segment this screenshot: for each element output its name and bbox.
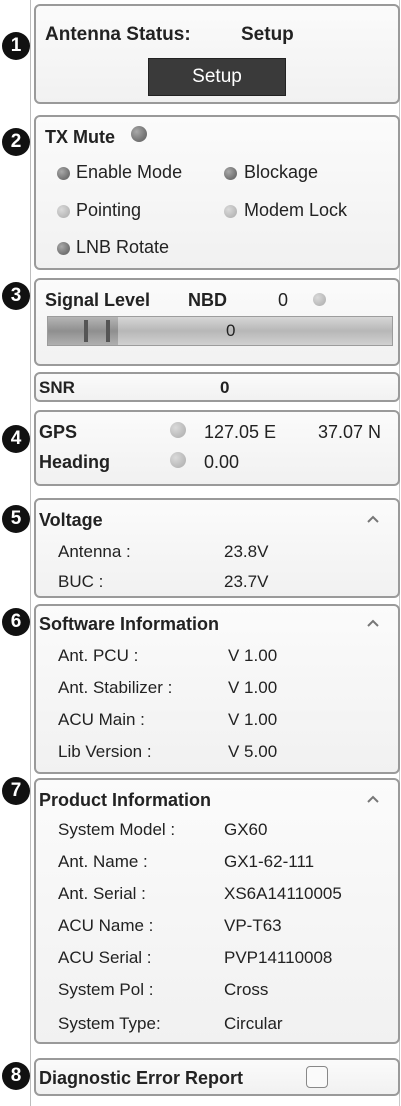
tx-mute-panel: TX Mute Enable Mode Blockage Pointing Mo… [34,115,400,270]
setup-button[interactable]: Setup [148,58,286,96]
ant-stabilizer-value: V 1.00 [228,678,278,697]
software-info-title: Software Information [39,614,220,634]
diagnostic-error-report-checkbox[interactable] [306,1066,328,1088]
acu-serial-value: PVP14110008 [224,948,333,967]
voltage-panel: Voltage Antenna : 23.8V BUC : 23.7V [34,498,400,598]
software-info-panel: Software Information Ant. PCU : V 1.00 A… [34,604,400,774]
system-model-label: System Model : [58,820,176,839]
nbd-value: 0 [278,290,289,310]
antenna-status-value: Setup [241,24,294,45]
pointing-label: Pointing [76,200,142,220]
antenna-voltage-value: 23.8V [224,542,269,561]
callout-badge-2: 2 [2,128,30,156]
ant-name-label: Ant. Name : [58,852,148,871]
system-type-value: Circular [224,1014,283,1033]
gps-latitude: 37.07 N [318,422,382,442]
product-info-panel: Product Information System Model : GX60 … [34,778,400,1044]
system-type-label: System Type: [58,1014,161,1033]
antenna-voltage-label: Antenna : [58,542,131,561]
callout-badge-7: 7 [2,777,30,805]
gps-led-icon [170,422,186,438]
antenna-status-label: Antenna Status: [45,24,191,45]
signal-level-panel: Signal Level NBD 0 0 [34,278,400,366]
ant-name-value: GX1-62-111 [224,852,315,871]
product-info-title: Product Information [39,790,211,810]
ant-pcu-label: Ant. PCU : [58,646,139,665]
callout-badge-1: 1 [2,32,30,60]
ant-pcu-value: V 1.00 [228,646,278,665]
nbd-led-icon [313,293,326,306]
gps-panel: GPS 127.05 E 37.07 N Heading 0.00 [34,410,400,486]
signal-level-bar: 0 [47,316,393,346]
antenna-status-panel: Antenna Status: Setup Setup [34,4,400,104]
signal-marker-right [106,320,110,342]
ant-stabilizer-label: Ant. Stabilizer : [58,678,173,697]
snr-value: 0 [220,378,230,397]
pointing-led-icon [57,205,70,218]
heading-led-icon [170,452,186,468]
heading-label: Heading [39,452,111,472]
buc-voltage-value: 23.7V [224,572,269,591]
callout-badge-6: 6 [2,608,30,636]
acu-main-label: ACU Main : [58,710,145,729]
snr-panel: SNR 0 [34,372,400,402]
tx-mute-title: TX Mute [45,127,115,147]
lib-version-value: V 5.00 [228,742,278,761]
signal-level-label: Signal Level [45,290,151,310]
software-collapse-icon[interactable] [366,618,380,632]
gps-longitude: 127.05 E [204,422,277,442]
left-divider [30,0,31,1106]
voltage-title: Voltage [39,510,103,530]
nbd-label: NBD [188,290,227,310]
buc-voltage-label: BUC : [58,572,104,591]
diagnostic-error-report-label: Diagnostic Error Report [39,1068,244,1088]
lnb-rotate-led-icon [57,242,70,255]
tx-mute-led-icon [131,126,147,142]
lib-version-label: Lib Version : [58,742,152,761]
enable-mode-label: Enable Mode [76,162,183,182]
heading-value: 0.00 [204,452,240,472]
gps-label: GPS [39,422,78,442]
product-collapse-icon[interactable] [366,794,380,808]
callout-badge-4: 4 [2,425,30,453]
callout-badge-8: 8 [2,1062,30,1090]
acu-main-value: V 1.00 [228,710,278,729]
ant-serial-label: Ant. Serial : [58,884,146,903]
callout-badge-5: 5 [2,505,30,533]
signal-marker-left [84,320,88,342]
system-model-value: GX60 [224,820,268,839]
acu-name-label: ACU Name : [58,916,154,935]
modem-lock-label: Modem Lock [244,200,348,220]
blockage-label: Blockage [244,162,319,182]
diagnostic-panel: Diagnostic Error Report [34,1058,400,1096]
modem-lock-led-icon [224,205,237,218]
snr-label: SNR [39,378,75,397]
enable-mode-led-icon [57,167,70,180]
blockage-led-icon [224,167,237,180]
system-pol-label: System Pol : [58,980,154,999]
lnb-rotate-label: LNB Rotate [76,237,170,257]
signal-bar-value: 0 [226,321,236,340]
acu-serial-label: ACU Serial : [58,948,152,967]
ant-serial-value: XS6A14110005 [224,884,342,903]
voltage-collapse-icon[interactable] [366,514,380,528]
callout-badge-3: 3 [2,282,30,310]
system-pol-value: Cross [224,980,269,999]
acu-name-value: VP-T63 [224,916,282,935]
